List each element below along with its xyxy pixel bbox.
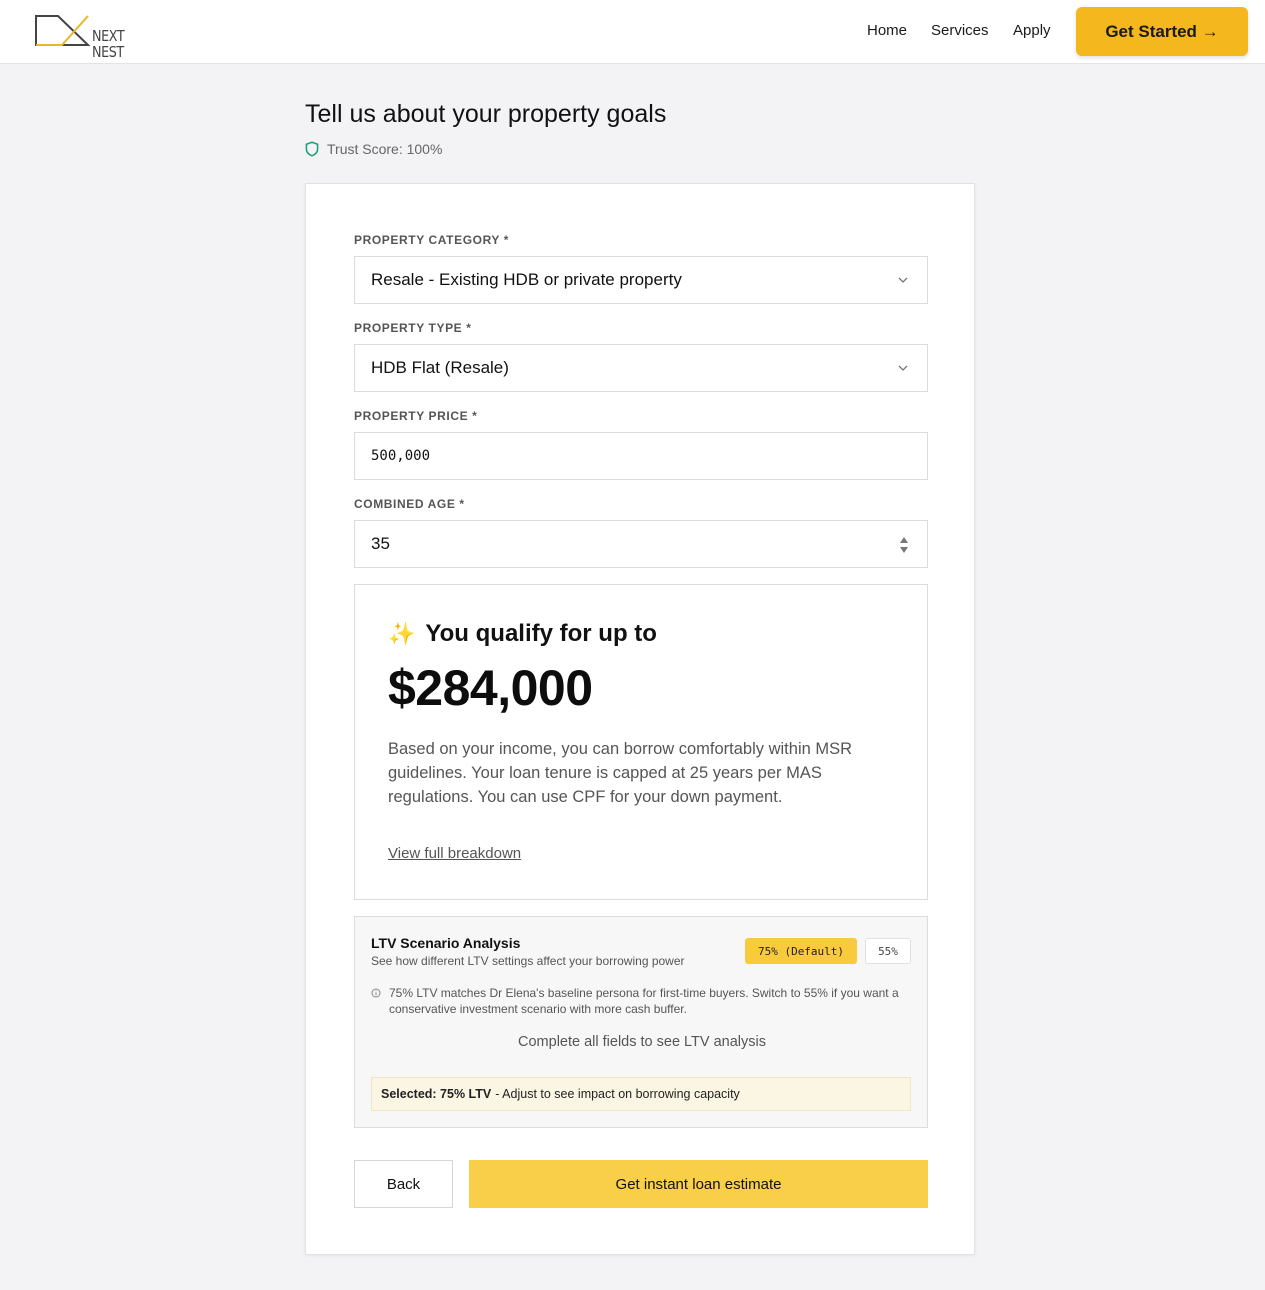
ltv-selected-label: Selected: 75% LTV (381, 1087, 492, 1101)
property-price-value: 500,000 (371, 448, 431, 464)
qualify-result-panel: ✨ You qualify for up to $284,000 Based o… (354, 584, 928, 900)
nav-home-link[interactable]: Home (867, 22, 907, 39)
ltv-note-text: 75% LTV matches Dr Elena's baseline pers… (389, 986, 899, 1016)
qualify-amount: $284,000 (388, 660, 593, 716)
ltv-option-75[interactable]: 75% (Default) (745, 938, 857, 964)
ltv-selected-banner: Selected: 75% LTV - Adjust to see impact… (371, 1077, 911, 1111)
ltv-selected-hint: - Adjust to see impact on borrowing capa… (495, 1087, 740, 1101)
ltv-subtitle: See how different LTV settings affect yo… (371, 954, 685, 968)
qualify-heading: ✨ You qualify for up to (388, 620, 657, 648)
sparkles-icon: ✨ (388, 621, 416, 646)
ltv-scenario-panel: LTV Scenario Analysis See how different … (354, 916, 928, 1128)
nav-apply-link[interactable]: Apply (1013, 22, 1051, 39)
nav-services-link[interactable]: Services (931, 22, 989, 39)
property-category-select[interactable]: Resale - Existing HDB or private propert… (354, 256, 928, 304)
view-breakdown-link[interactable]: View full breakdown (388, 845, 521, 862)
property-type-select[interactable]: HDB Flat (Resale) (354, 344, 928, 392)
info-icon (371, 988, 381, 998)
back-button[interactable]: Back (354, 1160, 453, 1208)
combined-age-input[interactable]: 35 (354, 520, 928, 568)
nextnest-logo[interactable]: NEXT NEST (34, 13, 134, 60)
combined-age-value: 35 (371, 534, 390, 553)
property-form-card: PROPERTY CATEGORY * Resale - Existing HD… (305, 183, 975, 1255)
qualify-heading-text: You qualify for up to (425, 620, 657, 647)
property-category-value: Resale - Existing HDB or private propert… (371, 270, 682, 289)
chevron-down-icon (898, 277, 908, 283)
logo-text-next: NEXT (92, 27, 125, 45)
top-nav-bar: NEXT NEST Home Services Apply Get Starte… (0, 0, 1265, 64)
get-loan-estimate-button[interactable]: Get instant loan estimate (469, 1160, 928, 1208)
number-stepper-icon[interactable] (899, 534, 909, 556)
property-type-value: HDB Flat (Resale) (371, 358, 509, 377)
chevron-down-icon (898, 365, 908, 371)
property-price-input[interactable]: 500,000 (354, 432, 928, 480)
property-price-label: PROPERTY PRICE * (354, 409, 478, 423)
ltv-title: LTV Scenario Analysis (371, 935, 521, 951)
shield-icon (305, 141, 319, 157)
ltv-option-55[interactable]: 55% (865, 938, 911, 964)
logo-text-nest: NEST (92, 43, 124, 61)
page-title: Tell us about your property goals (305, 100, 667, 128)
qualify-description: Based on your income, you can borrow com… (388, 740, 853, 806)
ltv-note: 75% LTV matches Dr Elena's baseline pers… (371, 985, 901, 1017)
combined-age-label: COMBINED AGE * (354, 497, 465, 511)
ltv-empty-message: Complete all fields to see LTV analysis (518, 1034, 766, 1050)
get-started-button[interactable]: Get Started → (1076, 7, 1248, 56)
property-type-label: PROPERTY TYPE * (354, 321, 472, 335)
property-category-label: PROPERTY CATEGORY * (354, 233, 509, 247)
trust-score: Trust Score: 100% (305, 141, 442, 157)
trust-score-text: Trust Score: 100% (327, 141, 443, 157)
